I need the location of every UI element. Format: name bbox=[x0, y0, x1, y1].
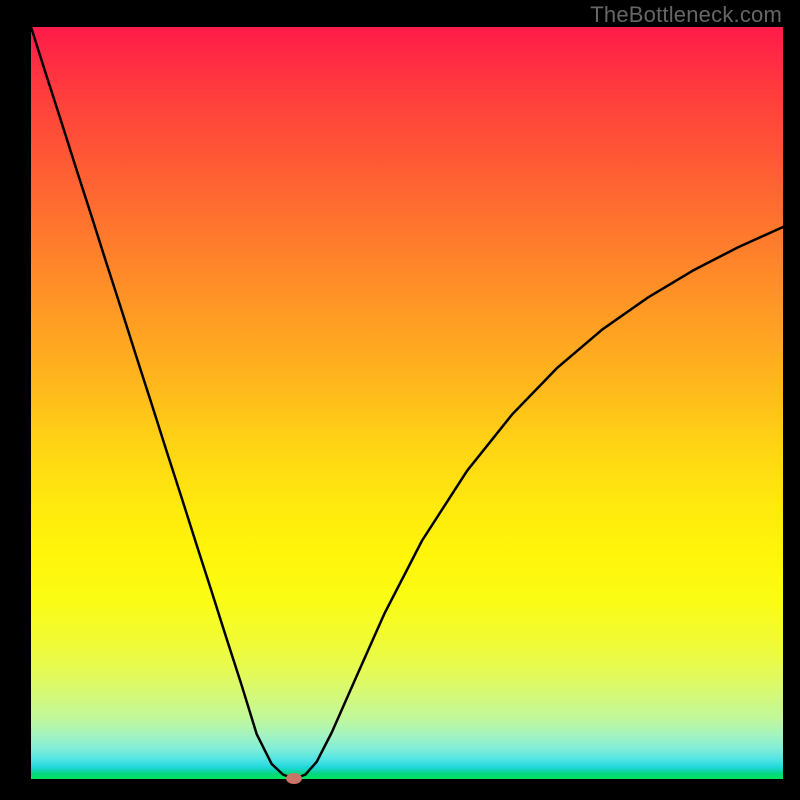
bottleneck-curve bbox=[31, 27, 783, 779]
watermark-text: TheBottleneck.com bbox=[590, 2, 782, 28]
optimal-point-marker bbox=[286, 773, 302, 784]
